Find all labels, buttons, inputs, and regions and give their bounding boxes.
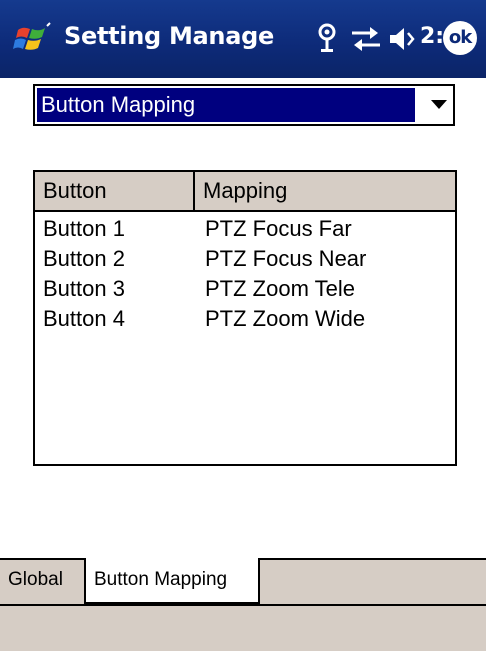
dropdown-selected-value: Button Mapping: [37, 88, 415, 122]
ok-button[interactable]: ok: [443, 21, 477, 55]
title-bar: Setting Manage 2:09 ok: [0, 0, 486, 78]
cell-button: Button 4: [43, 306, 125, 331]
setting-manage-screen: Setting Manage 2:09 ok Button Mapping Bu…: [0, 0, 486, 651]
speaker-icon[interactable]: [386, 18, 418, 60]
cell-button: Button 1: [43, 216, 125, 241]
list-row[interactable]: Button 3 PTZ Zoom Tele: [35, 274, 455, 304]
cell-button: Button 2: [43, 246, 125, 271]
windows-start-icon[interactable]: [12, 18, 54, 60]
tab-global[interactable]: Global: [0, 558, 86, 604]
cell-button: Button 3: [43, 276, 125, 301]
cell-mapping: PTZ Focus Near: [205, 246, 367, 271]
cell-mapping: PTZ Zoom Tele: [205, 276, 355, 301]
list-row[interactable]: Button 4 PTZ Zoom Wide: [35, 304, 455, 334]
tab-strip: Global Button Mapping: [0, 558, 486, 604]
list-header: Button Mapping: [35, 172, 455, 212]
column-header-mapping[interactable]: Mapping: [195, 172, 455, 210]
window-title: Setting Manage: [64, 22, 274, 50]
list-row[interactable]: Button 1 PTZ Focus Far: [35, 214, 455, 244]
sync-icon[interactable]: [348, 18, 384, 60]
button-mapping-list[interactable]: Button Mapping Button 1 PTZ Focus Far Bu…: [33, 170, 457, 466]
command-bar: [0, 604, 486, 651]
cell-mapping: PTZ Zoom Wide: [205, 306, 366, 331]
cell-mapping: PTZ Focus Far: [205, 216, 352, 241]
column-header-button[interactable]: Button: [35, 172, 195, 210]
chevron-down-icon[interactable]: [431, 100, 447, 109]
tab-button-mapping[interactable]: Button Mapping: [86, 558, 260, 604]
list-row[interactable]: Button 2 PTZ Focus Near: [35, 244, 455, 274]
signal-icon[interactable]: [312, 18, 342, 60]
view-selector-dropdown[interactable]: Button Mapping: [33, 84, 455, 126]
list-rows: Button 1 PTZ Focus Far Button 2 PTZ Focu…: [35, 214, 455, 334]
